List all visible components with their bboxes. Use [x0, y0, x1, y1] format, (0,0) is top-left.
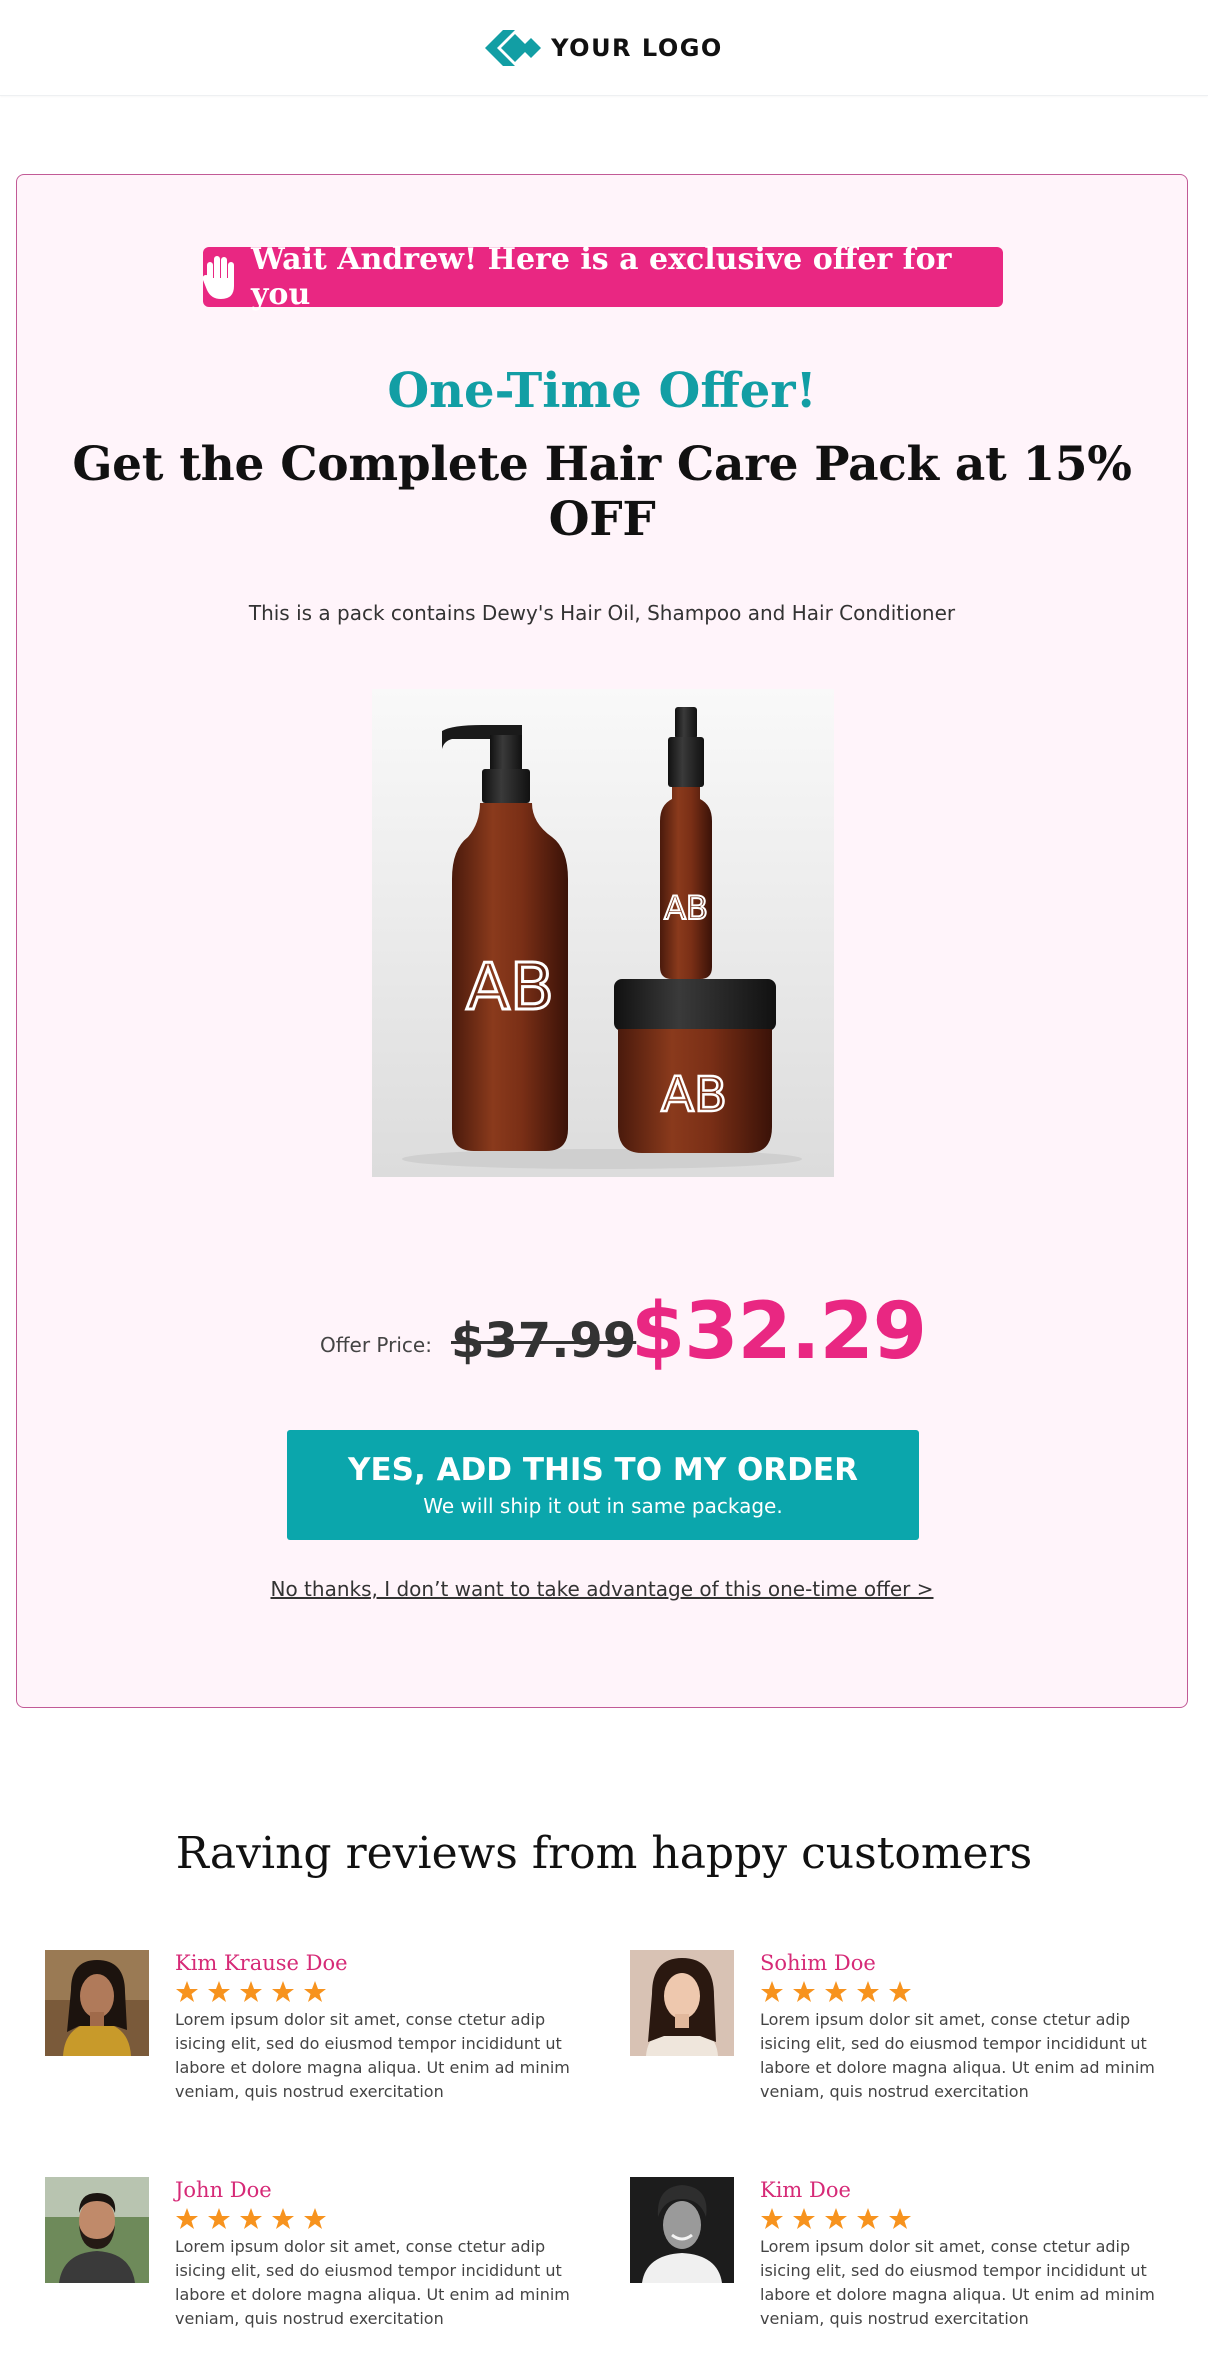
avatar: [630, 2177, 734, 2283]
star-icon: [889, 1981, 911, 2002]
star-rating: [175, 2207, 585, 2233]
wait-text: Wait Andrew! Here is a exclusive offer f…: [251, 242, 952, 312]
review-text: Lorem ipsum dolor sit amet, conse ctetur…: [175, 2010, 570, 2101]
star-icon: [761, 2208, 783, 2229]
star-icon: [825, 2208, 847, 2229]
star-rating: [760, 2207, 1170, 2233]
add-to-order-sublabel: We will ship it out in same package.: [423, 1494, 783, 1518]
review-text: Lorem ipsum dolor sit amet, conse ctetur…: [760, 2010, 1155, 2101]
one-time-offer-title: One-Time Offer!: [387, 363, 817, 419]
reviewer-name: Sohim Doe: [760, 1951, 876, 1975]
review-card: John Doe Lorem ipsum dolor sit amet, con…: [45, 2177, 585, 2337]
star-icon: [208, 1981, 230, 2002]
star-rating: [175, 1980, 585, 2006]
reviewer-name: Kim Krause Doe: [175, 1951, 348, 1975]
review-body: Kim Doe Lorem ipsum dolor sit amet, cons…: [760, 2177, 1170, 2331]
wait-banner: Wait Andrew! Here is a exclusive offer f…: [203, 242, 1003, 312]
offer-headline: Get the Complete Hair Care Pack at 15% O…: [72, 437, 1132, 547]
star-icon: [825, 1981, 847, 2002]
review-body: Kim Krause Doe Lorem ipsum dolor sit ame…: [175, 1950, 585, 2104]
review-body: John Doe Lorem ipsum dolor sit amet, con…: [175, 2177, 585, 2331]
avatar: [45, 2177, 149, 2283]
star-icon: [793, 2208, 815, 2229]
logo[interactable]: YOUR LOGO: [485, 27, 723, 69]
star-icon: [793, 1981, 815, 2002]
svg-text:AB: AB: [664, 889, 708, 927]
reviewer-name: Kim Doe: [760, 2178, 851, 2202]
svg-text:AB: AB: [661, 1067, 727, 1123]
avatar: [630, 1950, 734, 2056]
old-price: $37.99: [451, 1313, 637, 1369]
star-icon: [304, 2208, 326, 2229]
diamond-chevrons-icon: [485, 27, 542, 69]
hand-stop-icon: [203, 254, 237, 300]
add-to-order-button[interactable]: YES, ADD THIS TO MY ORDER We will ship i…: [287, 1430, 919, 1540]
star-icon: [304, 1981, 326, 2002]
new-price: $32.29: [631, 1287, 927, 1377]
review-text: Lorem ipsum dolor sit amet, conse ctetur…: [760, 2237, 1155, 2328]
svg-text:AB: AB: [466, 951, 554, 1025]
star-icon: [176, 1981, 198, 2002]
site-header: YOUR LOGO: [0, 0, 1208, 96]
review-card: Sohim Doe Lorem ipsum dolor sit amet, co…: [630, 1950, 1170, 2110]
product-image: AB AB AB: [372, 689, 834, 1177]
star-icon: [240, 1981, 262, 2002]
review-body: Sohim Doe Lorem ipsum dolor sit amet, co…: [760, 1950, 1170, 2104]
logo-text: YOUR LOGO: [551, 33, 723, 62]
reviews-title: Raving reviews from happy customers: [175, 1828, 1033, 1879]
add-to-order-label: YES, ADD THIS TO MY ORDER: [348, 1452, 858, 1488]
star-icon: [889, 2208, 911, 2229]
offer-box: Wait Andrew! Here is a exclusive offer f…: [16, 174, 1188, 1708]
review-card: Kim Doe Lorem ipsum dolor sit amet, cons…: [630, 2177, 1170, 2337]
review-text: Lorem ipsum dolor sit amet, conse ctetur…: [175, 2237, 570, 2328]
star-icon: [761, 1981, 783, 2002]
reviewer-name: John Doe: [175, 2178, 272, 2202]
star-icon: [272, 2208, 294, 2229]
star-icon: [857, 1981, 879, 2002]
star-icon: [857, 2208, 879, 2229]
offer-price-label: Offer Price:: [320, 1333, 432, 1357]
avatar: [45, 1950, 149, 2056]
star-icon: [272, 1981, 294, 2002]
price-row: Offer Price: $37.99 $32.29: [17, 1285, 1187, 1385]
star-icon: [208, 2208, 230, 2229]
offer-description: This is a pack contains Dewy's Hair Oil,…: [248, 601, 956, 625]
decline-offer-link[interactable]: No thanks, I don’t want to take advantag…: [17, 1577, 1187, 1601]
star-rating: [760, 1980, 1170, 2006]
review-card: Kim Krause Doe Lorem ipsum dolor sit ame…: [45, 1950, 585, 2110]
star-icon: [240, 2208, 262, 2229]
star-icon: [176, 2208, 198, 2229]
